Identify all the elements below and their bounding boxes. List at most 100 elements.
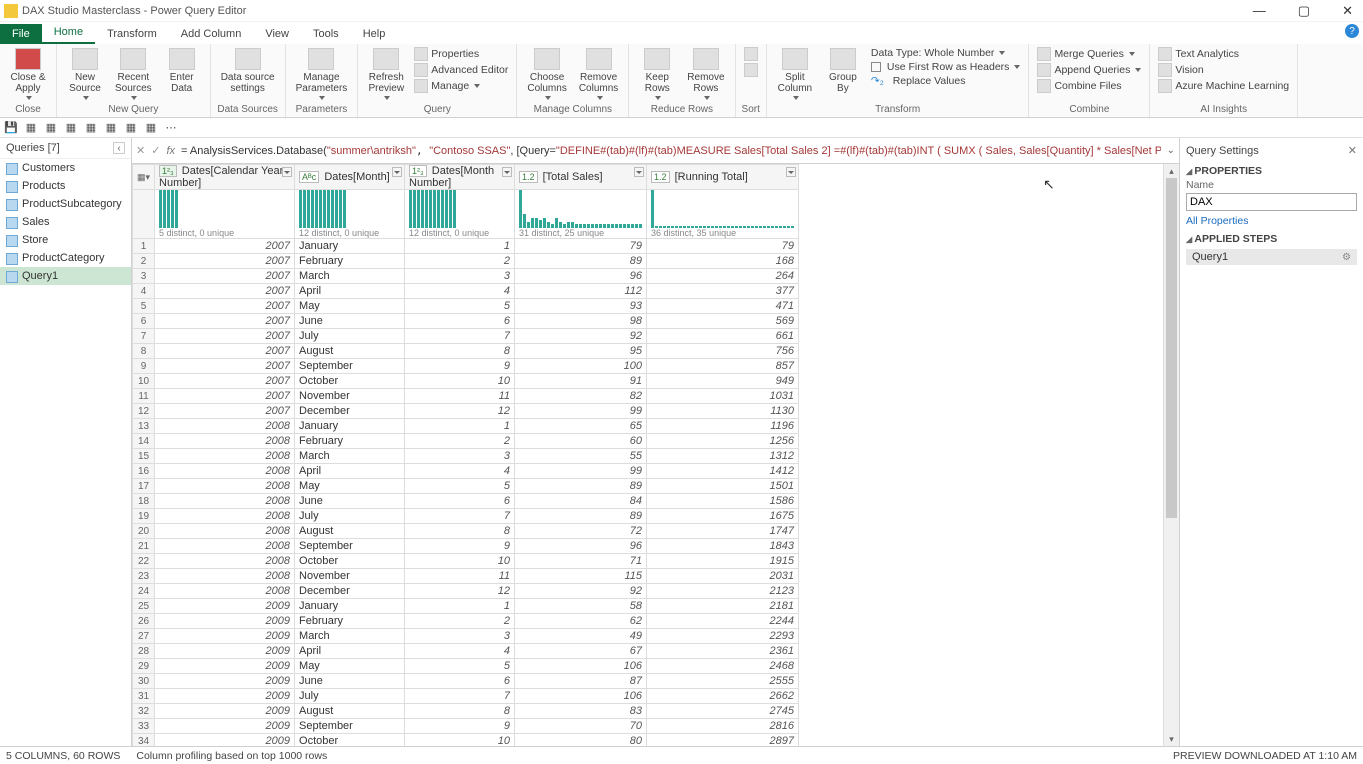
azure-ml-button[interactable]: Azure Machine Learning <box>1156 78 1291 94</box>
remove-columns-button[interactable]: Remove Columns <box>575 46 622 102</box>
qat-icon[interactable]: ▦ <box>84 121 98 135</box>
close-window-button[interactable]: ✕ <box>1336 3 1359 19</box>
table-row[interactable]: 72007July792661 <box>133 329 799 344</box>
close-apply-button[interactable]: Close & Apply <box>6 46 50 102</box>
table-row[interactable]: 172008May5891501 <box>133 479 799 494</box>
manage-parameters-button[interactable]: Manage Parameters <box>292 46 352 102</box>
query-item[interactable]: ProductCategory <box>0 249 131 267</box>
table-row[interactable]: 312009July71062662 <box>133 689 799 704</box>
column-header[interactable]: Aᴮc Dates[Month] <box>295 165 405 190</box>
table-row[interactable]: 332009September9702816 <box>133 719 799 734</box>
choose-columns-button[interactable]: Choose Columns <box>523 46 570 102</box>
split-column-button[interactable]: Split Column <box>773 46 817 102</box>
query-item[interactable]: Customers <box>0 159 131 177</box>
table-row[interactable]: 262009February2622244 <box>133 614 799 629</box>
table-row[interactable]: 12007January17979 <box>133 239 799 254</box>
table-row[interactable]: 282009April4672361 <box>133 644 799 659</box>
formula-text[interactable]: = AnalysisServices.Database("summer\antr… <box>181 144 1161 157</box>
cancel-icon[interactable]: ✕ <box>136 144 145 157</box>
remove-rows-button[interactable]: Remove Rows <box>683 46 728 102</box>
table-row[interactable]: 92007September9100857 <box>133 359 799 374</box>
sort-desc-button[interactable] <box>742 62 760 78</box>
table-row[interactable]: 152008March3551312 <box>133 449 799 464</box>
table-row[interactable]: 22007February289168 <box>133 254 799 269</box>
query-item[interactable]: Query1 <box>0 267 131 285</box>
table-row[interactable]: 42007April4112377 <box>133 284 799 299</box>
table-row[interactable]: 342009October10802897 <box>133 734 799 747</box>
table-row[interactable]: 32007March396264 <box>133 269 799 284</box>
table-row[interactable]: 182008June6841586 <box>133 494 799 509</box>
enter-data-button[interactable]: Enter Data <box>160 46 204 96</box>
table-row[interactable]: 112007November11821031 <box>133 389 799 404</box>
close-settings-icon[interactable]: ✕ <box>1348 144 1357 157</box>
collapse-queries-icon[interactable]: ‹ <box>113 142 125 154</box>
qat-more[interactable]: ⋯ <box>164 121 178 135</box>
tab-file[interactable]: File <box>0 24 42 44</box>
table-row[interactable]: 62007June698569 <box>133 314 799 329</box>
table-row[interactable]: 142008February2601256 <box>133 434 799 449</box>
table-row[interactable]: 192008July7891675 <box>133 509 799 524</box>
advanced-editor-button[interactable]: Advanced Editor <box>412 62 510 78</box>
table-row[interactable]: 222008October10711915 <box>133 554 799 569</box>
column-header[interactable]: 1²₃ Dates[Calendar Year Number] <box>155 165 295 190</box>
formula-bar[interactable]: ✕ ✓ fx = AnalysisServices.Database("summ… <box>132 138 1179 164</box>
tab-transform[interactable]: Transform <box>95 24 169 44</box>
column-header[interactable]: 1.2 [Total Sales] <box>515 165 647 190</box>
qat-icon[interactable]: ▦ <box>64 121 78 135</box>
qat-icon[interactable]: ▦ <box>104 121 118 135</box>
merge-queries-button[interactable]: Merge Queries <box>1035 46 1143 62</box>
table-row[interactable]: 82007August895756 <box>133 344 799 359</box>
step-item[interactable]: Query1 ⚙ <box>1186 249 1357 265</box>
table-row[interactable]: 322009August8832745 <box>133 704 799 719</box>
table-row[interactable]: 292009May51062468 <box>133 659 799 674</box>
table-row[interactable]: 202008August8721747 <box>133 524 799 539</box>
table-row[interactable]: 252009January1582181 <box>133 599 799 614</box>
refresh-preview-button[interactable]: Refresh Preview <box>364 46 408 102</box>
sort-asc-button[interactable] <box>742 46 760 62</box>
qat-icon[interactable]: ▦ <box>24 121 38 135</box>
query-item[interactable]: ProductSubcategory <box>0 195 131 213</box>
properties-button[interactable]: Properties <box>412 46 510 62</box>
expand-formula-icon[interactable]: ⌄ <box>1167 145 1175 156</box>
query-item[interactable]: Sales <box>0 213 131 231</box>
group-by-button[interactable]: Group By <box>821 46 865 96</box>
data-type-button[interactable]: Data Type: Whole Number <box>869 46 1023 60</box>
commit-icon[interactable]: ✓ <box>151 144 160 157</box>
vertical-scrollbar[interactable]: ▴▾ <box>1163 164 1179 746</box>
table-row[interactable]: 162008April4991412 <box>133 464 799 479</box>
query-item[interactable]: Products <box>0 177 131 195</box>
table-row[interactable]: 132008January1651196 <box>133 419 799 434</box>
append-queries-button[interactable]: Append Queries <box>1035 62 1143 78</box>
query-item[interactable]: Store <box>0 231 131 249</box>
save-icon[interactable]: 💾 <box>4 121 18 135</box>
table-row[interactable]: 122007December12991130 <box>133 404 799 419</box>
keep-rows-button[interactable]: Keep Rows <box>635 46 679 102</box>
recent-sources-button[interactable]: Recent Sources <box>111 46 156 102</box>
help-icon[interactable]: ? <box>1345 24 1359 38</box>
combine-files-button[interactable]: Combine Files <box>1035 78 1143 94</box>
qat-icon[interactable]: ▦ <box>44 121 58 135</box>
table-row[interactable]: 102007October1091949 <box>133 374 799 389</box>
tab-tools[interactable]: Tools <box>301 24 351 44</box>
column-header[interactable]: 1.2 [Running Total] <box>647 165 799 190</box>
table-corner[interactable]: ▦▾ <box>133 165 155 190</box>
table-row[interactable]: 302009June6872555 <box>133 674 799 689</box>
tab-help[interactable]: Help <box>351 24 398 44</box>
tab-home[interactable]: Home <box>42 22 95 44</box>
qat-icon[interactable]: ▦ <box>124 121 138 135</box>
table-row[interactable]: 52007May593471 <box>133 299 799 314</box>
maximize-button[interactable]: ▢ <box>1292 3 1316 19</box>
column-header[interactable]: 1²₃ Dates[Month Number] <box>405 165 515 190</box>
data-grid[interactable]: ▦▾1²₃ Dates[Calendar Year Number]Aᴮc Dat… <box>132 164 799 746</box>
table-row[interactable]: 272009March3492293 <box>133 629 799 644</box>
first-row-headers-button[interactable]: Use First Row as Headers <box>869 60 1023 74</box>
minimize-button[interactable]: — <box>1247 3 1272 18</box>
all-properties-link[interactable]: All Properties <box>1186 215 1248 227</box>
table-row[interactable]: 242008December12922123 <box>133 584 799 599</box>
qat-icon[interactable]: ▦ <box>144 121 158 135</box>
data-source-settings-button[interactable]: Data source settings <box>217 46 279 96</box>
table-row[interactable]: 212008September9961843 <box>133 539 799 554</box>
query-name-input[interactable] <box>1186 193 1357 211</box>
new-source-button[interactable]: New Source <box>63 46 107 102</box>
tab-addcolumn[interactable]: Add Column <box>169 24 254 44</box>
